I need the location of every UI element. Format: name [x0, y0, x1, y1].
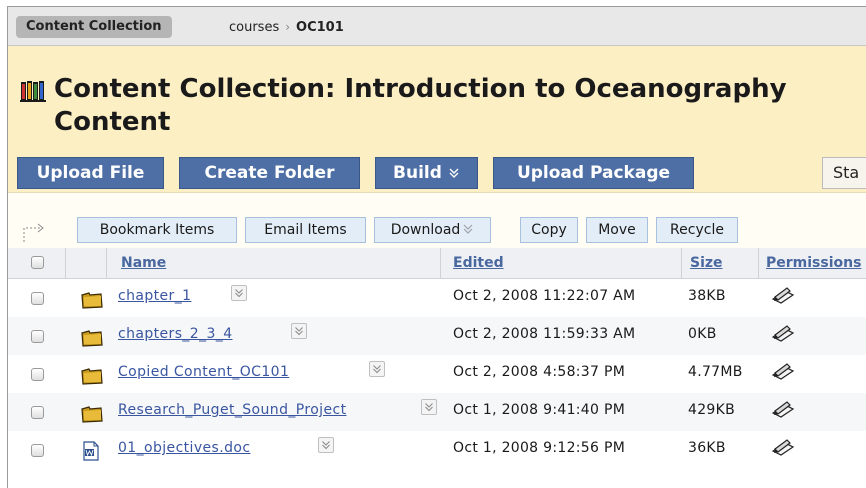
column-header-edited[interactable]: Edited	[453, 255, 504, 271]
item-name-link[interactable]: Research_Puget_Sound_Project	[118, 402, 346, 418]
item-size: 0KB	[688, 326, 717, 342]
upload-file-button[interactable]: Upload File	[17, 157, 164, 189]
recycle-button[interactable]: Recycle	[656, 217, 738, 243]
create-folder-button[interactable]: Create Folder	[179, 157, 360, 189]
folder-icon	[81, 330, 103, 347]
upload-package-button[interactable]: Upload Package	[493, 157, 694, 189]
table-row: chapters_2_3_4 Oct 2, 2008 11:59:33 AM 0…	[8, 317, 866, 355]
permissions-pencil-icon[interactable]	[770, 399, 796, 421]
chevron-down-icon	[449, 168, 459, 178]
build-label: Build	[393, 163, 442, 183]
dotted-arrow-icon	[23, 223, 44, 242]
table-row: 01_objectives.doc Oct 1, 2008 9:12:56 PM…	[8, 431, 866, 469]
bookmark-items-button[interactable]: Bookmark Items	[77, 217, 237, 243]
chevron-down-icon[interactable]	[421, 399, 437, 415]
upload-package-label: Upload Package	[516, 163, 671, 183]
breadcrumb-separator: ›	[285, 20, 291, 34]
table-header-row: Name Edited Size Permissions	[8, 248, 866, 279]
column-divider	[681, 248, 682, 278]
breadcrumb-item-current: OC101	[296, 20, 344, 35]
item-name-link[interactable]: 01_objectives.doc	[118, 440, 250, 456]
column-header-name[interactable]: Name	[121, 255, 166, 271]
row-checkbox[interactable]	[31, 330, 44, 343]
chevron-down-icon[interactable]	[318, 437, 334, 453]
table-row: Research_Puget_Sound_Project Oct 1, 2008…	[8, 393, 866, 431]
column-divider	[106, 248, 107, 278]
item-edited: Oct 2, 2008 11:22:07 AM	[453, 288, 636, 304]
status-button[interactable]: Sta	[822, 157, 866, 189]
chevron-down-icon[interactable]	[291, 323, 307, 339]
breadcrumb-home[interactable]: Content Collection	[16, 16, 172, 38]
page-title: Content Collection: Introduction to Ocea…	[54, 74, 787, 137]
item-name-link[interactable]: chapter_1	[118, 288, 191, 304]
content-collection-window: Content Collection courses › OC101 Content…	[7, 6, 866, 488]
item-size: 36KB	[688, 440, 726, 456]
page-header: Content Collection: Introduction to Ocea…	[8, 46, 866, 192]
chevron-down-icon	[463, 224, 473, 234]
folder-icon	[81, 368, 103, 385]
permissions-pencil-icon[interactable]	[770, 437, 796, 459]
breadcrumb-item-courses[interactable]: courses	[229, 20, 279, 35]
action-bar: Bookmark Items Email Items Download Copy…	[8, 192, 866, 249]
download-label: Download	[390, 222, 461, 238]
item-size: 4.77MB	[688, 364, 743, 380]
move-button[interactable]: Move	[586, 217, 648, 243]
row-checkbox[interactable]	[31, 368, 44, 381]
item-size: 38KB	[688, 288, 726, 304]
permissions-pencil-icon[interactable]	[770, 361, 796, 383]
folder-icon	[81, 292, 103, 309]
column-divider	[440, 248, 441, 278]
item-size: 429KB	[688, 402, 736, 418]
copy-button[interactable]: Copy	[520, 217, 578, 243]
table-row: chapter_1 Oct 2, 2008 11:22:07 AM 38KB	[8, 279, 866, 317]
folder-icon	[81, 406, 103, 423]
row-checkbox[interactable]	[31, 406, 44, 419]
item-name-link[interactable]: Copied Content_OC101	[118, 364, 289, 380]
chevron-down-icon[interactable]	[369, 361, 385, 377]
download-menu-button[interactable]: Download	[374, 217, 491, 243]
table-row: Copied Content_OC101 Oct 2, 2008 4:58:37…	[8, 355, 866, 393]
breadcrumb-path: courses › OC101	[229, 20, 344, 35]
create-folder-label: Create Folder	[204, 163, 335, 183]
item-edited: Oct 2, 2008 4:58:37 PM	[453, 364, 626, 380]
build-menu-button[interactable]: Build	[375, 157, 478, 189]
item-edited: Oct 2, 2008 11:59:33 AM	[453, 326, 636, 342]
column-divider	[758, 248, 759, 278]
column-divider	[65, 248, 66, 278]
row-checkbox[interactable]	[31, 444, 44, 457]
column-header-size[interactable]: Size	[690, 255, 723, 271]
item-name-link[interactable]: chapters_2_3_4	[118, 326, 233, 342]
upload-file-label: Upload File	[36, 163, 145, 183]
permissions-pencil-icon[interactable]	[770, 323, 796, 345]
email-items-button[interactable]: Email Items	[245, 217, 366, 243]
column-header-permissions[interactable]: Permissions	[766, 255, 861, 271]
chevron-down-icon[interactable]	[231, 285, 247, 301]
books-icon	[20, 81, 46, 102]
row-checkbox[interactable]	[31, 292, 44, 305]
item-edited: Oct 1, 2008 9:41:40 PM	[453, 402, 626, 418]
item-edited: Oct 1, 2008 9:12:56 PM	[453, 440, 626, 456]
select-all-checkbox[interactable]	[31, 256, 44, 269]
permissions-pencil-icon[interactable]	[770, 285, 796, 307]
word-document-icon	[83, 441, 99, 461]
breadcrumb: Content Collection courses › OC101	[8, 7, 866, 46]
